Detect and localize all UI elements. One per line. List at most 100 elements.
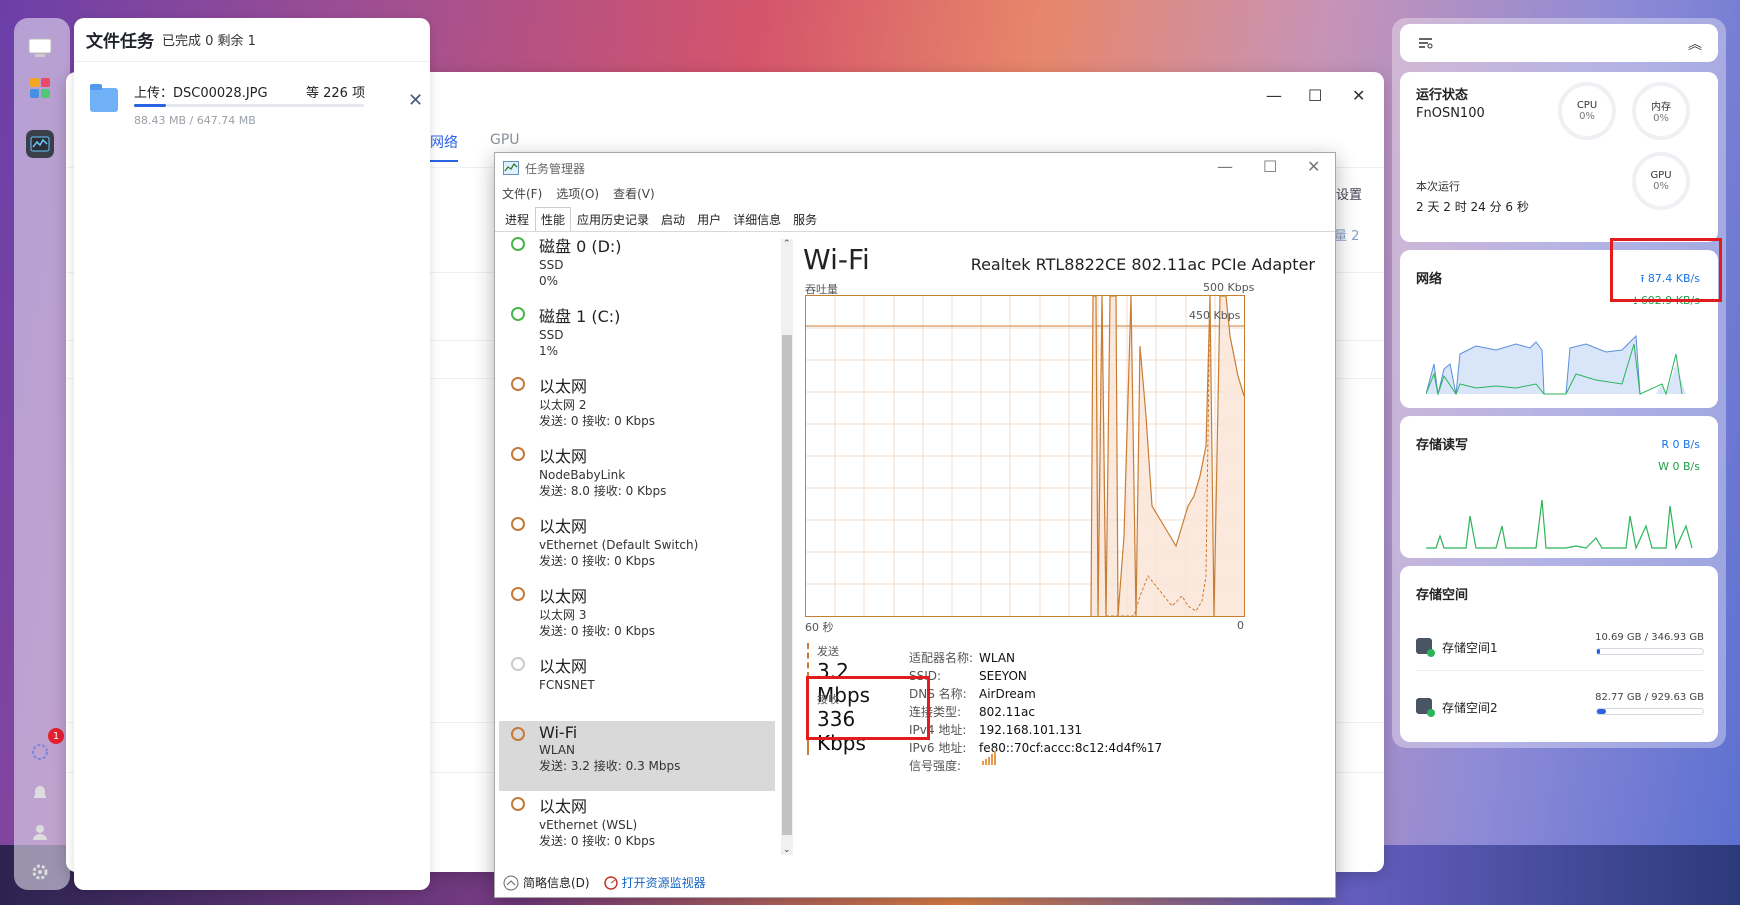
- storage-pool-size: 10.69 GB / 346.93 GB: [1595, 632, 1704, 643]
- maximize-icon[interactable]: ☐: [1263, 157, 1277, 176]
- storage-pool-icon: [1416, 698, 1435, 717]
- window-title: 任务管理器: [525, 162, 586, 176]
- device-name: 磁盘 0 (D:): [539, 237, 622, 256]
- menu-bar: 文件(F) 选项(O) 查看(V): [502, 185, 655, 202]
- device-item[interactable]: 以太网 vEthernet (Default Switch) 发送: 0 接收: 0…: [499, 511, 775, 581]
- tab-gpu[interactable]: GPU: [490, 132, 520, 148]
- storage-pool-name: 存储空间2: [1442, 701, 1498, 715]
- device-sub: 以太网 3: [539, 608, 587, 622]
- device-list-scrollbar[interactable]: ⌃ ⌄: [781, 239, 793, 855]
- graph-x-right: 0: [1237, 619, 1244, 632]
- settings-link[interactable]: 设置: [1336, 184, 1362, 203]
- tab-item[interactable]: 应用历史记录: [571, 207, 655, 232]
- tab-bar: 进程 性能 应用历史记录 启动 用户 详细信息 服务: [499, 207, 823, 232]
- signal-strength-icon: [982, 751, 996, 765]
- device-detail: 发送: 0 接收: 0 Kbps: [539, 834, 655, 848]
- device-detail: 发送: 8.0 接收: 0 Kbps: [539, 484, 667, 498]
- tab-item[interactable]: 启动: [655, 207, 691, 232]
- info-value: 802.11ac: [979, 705, 1035, 719]
- host-name: FnOSN100: [1416, 106, 1485, 121]
- adapter-info: 适配器名称: WLAN SSID: SEEYON DNS 名称: AirDream 连接类型…: [909, 649, 1162, 775]
- device-status-icon: [511, 727, 525, 741]
- device-status-icon: [511, 657, 525, 671]
- tab-item[interactable]: 用户: [691, 207, 727, 232]
- device-name: 以太网: [539, 517, 588, 536]
- storage-title: 存储空间: [1416, 588, 1469, 603]
- performance-panel: Wi-Fi Realtek RTL8822CE 802.11ac PCIe Ad…: [795, 237, 1335, 857]
- maximize-icon[interactable]: ☐: [1308, 86, 1322, 105]
- widget-header: ︽: [1400, 24, 1718, 62]
- storage-pool-usage-bar: [1596, 648, 1704, 655]
- device-item[interactable]: 以太网 FCNSNET: [499, 651, 775, 721]
- filter-list-icon[interactable]: [1418, 37, 1434, 49]
- settings-gear-icon[interactable]: [26, 858, 54, 886]
- device-item[interactable]: 以太网 NodeBabyLink 发送: 8.0 接收: 0 Kbps: [499, 441, 775, 511]
- minimize-icon[interactable]: —: [1266, 86, 1282, 105]
- brief-info-label: 简略信息(D): [523, 876, 590, 890]
- close-icon[interactable]: ✕: [1307, 157, 1320, 176]
- storage-pool-1[interactable]: 存储空间1 10.69 GB / 346.93 GB: [1416, 630, 1704, 670]
- device-name: 磁盘 1 (C:): [539, 307, 621, 326]
- device-item[interactable]: 以太网 以太网 2 发送: 0 接收: 0 Kbps: [499, 371, 775, 441]
- tab-item[interactable]: 进程: [499, 207, 535, 232]
- uptime-label: 本次运行: [1416, 180, 1460, 193]
- cancel-task-icon[interactable]: ✕: [408, 90, 423, 111]
- info-row: IPv4 地址: 192.168.101.131: [909, 721, 1162, 739]
- device-status-icon: [511, 517, 525, 531]
- close-icon[interactable]: ✕: [1352, 86, 1365, 105]
- info-value: WLAN: [979, 651, 1016, 665]
- graph-x-left: 60 秒: [805, 621, 834, 634]
- info-row: 连接类型: 802.11ac: [909, 703, 1162, 721]
- task-name: 上传：DSC00028.JPG: [134, 86, 268, 101]
- highlight-send-box: [806, 676, 930, 740]
- info-key: 信号强度:: [909, 759, 962, 773]
- network-title: 网络: [1416, 272, 1443, 287]
- device-item[interactable]: 磁盘 0 (D:) SSD 0%: [499, 237, 775, 301]
- mem-value: 0%: [1653, 113, 1669, 124]
- brief-info-button[interactable]: 简略信息(D): [503, 874, 590, 891]
- storage-pool-size: 82.77 GB / 929.63 GB: [1595, 692, 1704, 703]
- info-row: 适配器名称: WLAN: [909, 649, 1162, 667]
- tab-item[interactable]: 详细信息: [727, 207, 787, 232]
- device-detail: 发送: 0 接收: 0 Kbps: [539, 624, 655, 638]
- open-resource-monitor-link[interactable]: 打开资源监视器: [603, 874, 706, 891]
- bell-icon[interactable]: [26, 778, 54, 806]
- user-icon[interactable]: [26, 818, 54, 846]
- highlight-network-box: [1610, 238, 1722, 302]
- device-sub: vEthernet (WSL): [539, 818, 638, 832]
- device-name: 以太网: [539, 797, 588, 816]
- menu-item[interactable]: 文件(F): [502, 185, 542, 202]
- resource-monitor-icon[interactable]: [26, 130, 54, 158]
- device-heading: Wi-Fi: [803, 243, 870, 276]
- info-value: AirDream: [979, 687, 1036, 701]
- device-item[interactable]: 磁盘 1 (C:) SSD 1%: [499, 301, 775, 371]
- tab-network[interactable]: 网络: [430, 132, 458, 162]
- device-name: Wi-Fi: [539, 723, 578, 742]
- device-sub: 以太网 2: [539, 398, 587, 412]
- sync-icon[interactable]: [26, 738, 54, 766]
- tab-item[interactable]: 服务: [787, 207, 823, 232]
- cpu-gauge: CPU 0%: [1558, 82, 1616, 140]
- uptime-value: 2 天 2 时 24 分 6 秒: [1416, 200, 1529, 214]
- device-sub: SSD: [539, 328, 564, 342]
- app-center-icon[interactable]: [26, 74, 54, 102]
- info-key: 适配器名称:: [909, 651, 974, 665]
- storage-io-widget: 存储读写 R 0 B/s W 0 B/s: [1400, 416, 1718, 558]
- storage-pool-2[interactable]: 存储空间2 82.77 GB / 929.63 GB: [1416, 690, 1704, 730]
- collapse-icon[interactable]: ︽: [1688, 34, 1702, 54]
- menu-item[interactable]: 查看(V): [613, 185, 655, 202]
- tab-item[interactable]: 性能: [535, 207, 572, 232]
- gpu-label: GPU: [1650, 170, 1672, 181]
- status-widget: 运行状态 FnOSN100 本次运行 2 天 2 时 24 分 6 秒 CPU …: [1400, 72, 1718, 242]
- desktop-icon[interactable]: [26, 34, 54, 62]
- device-item[interactable]: Wi-Fi WLAN 发送: 3.2 接收: 0.3 Mbps: [499, 721, 775, 791]
- task-count: 等 226 项: [306, 86, 366, 101]
- device-detail: 发送: 0 接收: 0 Kbps: [539, 414, 655, 428]
- minimize-icon[interactable]: —: [1217, 157, 1233, 176]
- device-status-icon: [511, 237, 525, 251]
- device-item[interactable]: 以太网 vEthernet (WSL) 发送: 0 接收: 0 Kbps: [499, 791, 775, 857]
- device-status-icon: [511, 377, 525, 391]
- device-item[interactable]: 以太网 以太网 3 发送: 0 接收: 0 Kbps: [499, 581, 775, 651]
- info-value: fe80::70cf:accc:8c12:4d4f%17: [979, 741, 1163, 755]
- menu-item[interactable]: 选项(O): [556, 185, 599, 202]
